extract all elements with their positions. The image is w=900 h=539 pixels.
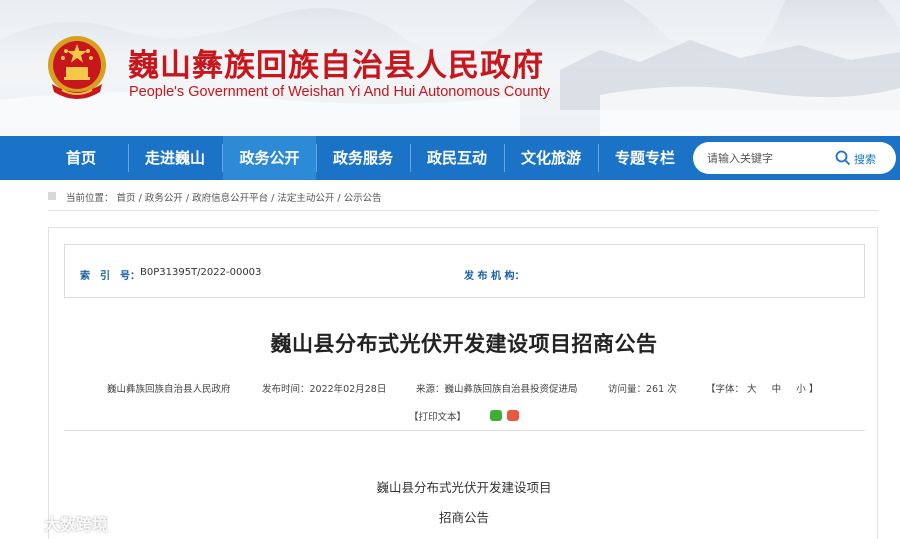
metadata-table: 索 引 号： B0P31395T/2022-00003 发 布 机 构： xyxy=(64,244,865,298)
body-paragraph: 巍山县分布式光伏开发建设项目 xyxy=(376,480,552,495)
nav-item-services[interactable]: 政务服务 xyxy=(320,136,406,180)
nav-divider xyxy=(598,144,599,172)
breadcrumb-divider xyxy=(48,210,878,211)
wechat-share-icon[interactable] xyxy=(490,410,502,421)
breadcrumb-link-gov-affairs[interactable]: 政务公开 xyxy=(145,193,183,204)
nav-item-interaction[interactable]: 政民互动 xyxy=(414,136,500,180)
publish-time: 发布时间：2022年02月28日 xyxy=(262,384,387,395)
nav-item-culture[interactable]: 文化旅游 xyxy=(508,136,594,180)
breadcrumb: 当前位置： 首页 / 政务公开 / 政府信息公开平台 / 法定主动公开 / 公示… xyxy=(48,186,878,206)
site-title: 巍山彝族回族自治县人民政府 xyxy=(128,48,544,84)
font-size-label: 【字体： xyxy=(706,384,745,395)
search-icon xyxy=(835,150,851,166)
nav-item-topics[interactable]: 专题专栏 xyxy=(602,136,688,180)
breadcrumb-separator: / xyxy=(135,193,145,204)
weibo-share-icon[interactable] xyxy=(507,410,519,421)
article-source: 来源：巍山彝族回族自治县投资促进局 xyxy=(416,384,578,395)
nav-divider xyxy=(410,144,411,172)
site-banner: 巍山彝族回族自治县人民政府 People's Government of Wei… xyxy=(0,0,900,136)
nav-divider xyxy=(128,144,129,172)
watermark-logo-icon xyxy=(6,512,40,530)
breadcrumb-separator: / xyxy=(334,193,344,204)
nav-divider xyxy=(316,144,317,172)
breadcrumb-link-active-disclosure[interactable]: 法定主动公开 xyxy=(277,193,334,204)
site-subtitle: People's Government of Weishan Yi And Hu… xyxy=(129,84,550,100)
breadcrumb-separator: / xyxy=(268,193,278,204)
font-size-large-button[interactable]: 大 xyxy=(747,384,757,395)
watermark-text: 大数跨境 xyxy=(44,515,109,534)
index-number-label: 索 引 号： xyxy=(80,271,140,282)
index-number-value: B0P31395T/2022-00003 xyxy=(140,267,262,278)
breadcrumb-prefix: 当前位置： xyxy=(66,193,114,204)
search-input[interactable] xyxy=(707,148,827,168)
search-button-label: 搜索 xyxy=(854,153,876,166)
body-paragraph: 招商公告 xyxy=(438,510,489,525)
nav-divider xyxy=(504,144,505,172)
location-icon xyxy=(48,192,56,200)
search-button[interactable]: 搜索 xyxy=(835,148,891,168)
search-box: 搜索 xyxy=(693,142,896,174)
breadcrumb-separator: / xyxy=(182,193,193,204)
nav-item-gov-affairs[interactable]: 政务公开 xyxy=(223,136,316,180)
article-org: 巍山彝族回族自治县人民政府 xyxy=(107,384,231,395)
publisher-label: 发 布 机 构： xyxy=(464,271,525,282)
breadcrumb-link-announcements[interactable]: 公示公告 xyxy=(344,193,382,204)
view-count: 访问量：261 次 xyxy=(608,384,677,395)
article-title: 巍山县分布式光伏开发建设项目招商公告 xyxy=(270,332,658,356)
nav-item-about[interactable]: 走进巍山 xyxy=(132,136,218,180)
nav-item-home[interactable]: 首页 xyxy=(38,136,124,180)
article-divider xyxy=(64,430,865,431)
font-size-medium-button[interactable]: 中 xyxy=(772,384,782,395)
breadcrumb-link-home[interactable]: 首页 xyxy=(117,193,136,204)
article-panel: 索 引 号： B0P31395T/2022-00003 发 布 机 构： 巍山县… xyxy=(48,227,878,539)
print-button[interactable]: 【打印文本】 xyxy=(409,409,466,423)
font-size-control: 【字体： 大 中 小 】 xyxy=(706,381,818,395)
font-size-close-bracket: 】 xyxy=(808,384,819,395)
national-emblem-icon xyxy=(48,36,106,99)
font-size-small-button[interactable]: 小 xyxy=(796,384,806,395)
breadcrumb-link-info-platform[interactable]: 政府信息公开平台 xyxy=(192,193,268,204)
